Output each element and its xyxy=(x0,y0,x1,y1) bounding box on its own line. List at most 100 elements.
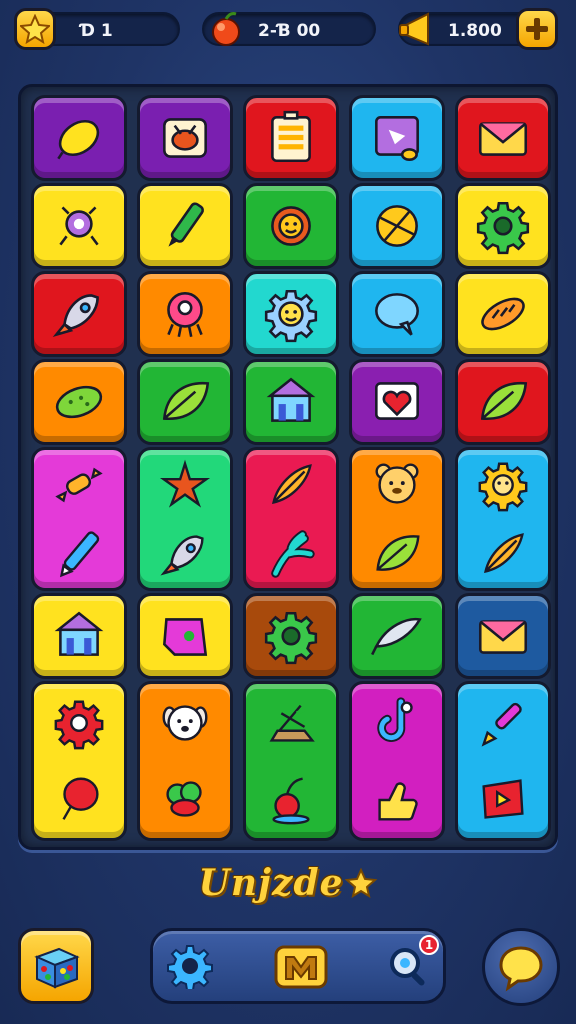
board-tile[interactable] xyxy=(349,271,445,357)
balloon-icon xyxy=(50,771,108,829)
plus-icon xyxy=(526,18,548,40)
board-tile[interactable] xyxy=(137,95,233,181)
pencil-icon xyxy=(154,195,216,257)
board-tile[interactable] xyxy=(243,447,339,591)
board-tile[interactable] xyxy=(455,593,551,679)
stars-value: Ɗ 1 xyxy=(80,21,113,41)
leaf-icon xyxy=(154,371,216,433)
lemon-icon xyxy=(48,107,110,169)
board-tile[interactable] xyxy=(349,95,445,181)
board-tile[interactable] xyxy=(349,447,445,591)
sun-face-icon xyxy=(260,283,322,345)
gems-value: 2-Ɓ 00 xyxy=(258,21,321,41)
gear-icon xyxy=(260,605,322,667)
board-tile[interactable] xyxy=(137,183,233,269)
board-tile[interactable] xyxy=(31,271,127,357)
add-coins-button[interactable] xyxy=(516,8,558,50)
flag-icon xyxy=(474,771,532,829)
board-tile[interactable] xyxy=(31,359,127,445)
house-icon xyxy=(260,371,322,433)
heart-card-icon xyxy=(366,371,428,433)
cherry-icon xyxy=(262,771,320,829)
picture-icon xyxy=(366,107,428,169)
rocket-icon xyxy=(48,283,110,345)
game-board xyxy=(18,84,558,850)
gear-icon xyxy=(472,195,534,257)
bread-icon xyxy=(472,283,534,345)
bug-icon xyxy=(48,195,110,257)
board-tile[interactable] xyxy=(455,95,551,181)
chat-button[interactable] xyxy=(482,928,560,1006)
chat-bubble-icon xyxy=(499,946,543,992)
dog-face-icon xyxy=(156,694,214,752)
board-tile[interactable] xyxy=(137,271,233,357)
wing-icon xyxy=(366,605,428,667)
board-tile[interactable] xyxy=(349,359,445,445)
candy-icon xyxy=(50,456,108,514)
bear-face-icon xyxy=(368,456,426,514)
flower-icon xyxy=(50,694,108,752)
board-tile[interactable] xyxy=(455,271,551,357)
board-tile[interactable] xyxy=(349,183,445,269)
speech-bubble-icon xyxy=(366,283,428,345)
tag-icon xyxy=(154,605,216,667)
board-tile[interactable] xyxy=(455,447,551,591)
board-tile[interactable] xyxy=(243,681,339,841)
gear-icon xyxy=(167,945,213,989)
feather-icon xyxy=(262,456,320,514)
house-icon xyxy=(48,605,110,667)
horn-icon xyxy=(398,10,438,48)
board-tile[interactable] xyxy=(31,95,127,181)
drum-icon xyxy=(154,107,216,169)
leaf-icon xyxy=(472,371,534,433)
cookie-face-icon xyxy=(474,456,532,514)
board-tile[interactable] xyxy=(243,95,339,181)
top-bar: Ɗ 1 2-Ɓ 00 1.800 xyxy=(0,0,576,60)
ball-icon xyxy=(366,195,428,257)
shop-button[interactable] xyxy=(18,928,94,1004)
board-tile[interactable] xyxy=(455,681,551,841)
board-tile[interactable] xyxy=(137,593,233,679)
leaf-icon xyxy=(368,525,426,583)
gift-box-icon xyxy=(34,947,80,989)
battery-icon xyxy=(260,107,322,169)
board-tile[interactable] xyxy=(455,183,551,269)
envelope-icon xyxy=(472,605,534,667)
board-tile[interactable] xyxy=(455,359,551,445)
octopus-icon xyxy=(154,283,216,345)
crayon-icon xyxy=(50,525,108,583)
board-tile[interactable] xyxy=(31,183,127,269)
title-text: Unjzde xyxy=(198,862,344,904)
paintbrush-icon xyxy=(474,694,532,752)
settings-button[interactable] xyxy=(165,941,215,991)
starfish-icon xyxy=(156,456,214,514)
board-tile[interactable] xyxy=(243,183,339,269)
board-tile[interactable] xyxy=(137,681,233,841)
sun-gear-icon xyxy=(260,195,322,257)
board-tile[interactable] xyxy=(243,359,339,445)
thumb-icon xyxy=(368,771,426,829)
hook-icon xyxy=(368,694,426,752)
board-tile[interactable] xyxy=(243,593,339,679)
board-tile[interactable] xyxy=(137,359,233,445)
title-star-icon xyxy=(344,867,377,899)
feather-icon xyxy=(474,525,532,583)
pickle-icon xyxy=(48,371,110,433)
claw-icon xyxy=(262,525,320,583)
rocket-icon xyxy=(156,525,214,583)
fruit-icon xyxy=(208,10,246,48)
envelope-icon xyxy=(472,107,534,169)
home-button[interactable] xyxy=(271,941,331,991)
m-badge-icon xyxy=(274,945,328,989)
board-tile[interactable] xyxy=(31,593,127,679)
game-title: Unjzde xyxy=(0,862,576,904)
bottom-nav: 1 xyxy=(150,928,446,1004)
board-tile[interactable] xyxy=(349,593,445,679)
board-tile[interactable] xyxy=(349,681,445,841)
board-tile[interactable] xyxy=(31,681,127,841)
search-button[interactable]: 1 xyxy=(383,935,439,991)
board-tile[interactable] xyxy=(31,447,127,591)
board-tile[interactable] xyxy=(243,271,339,357)
board-tile[interactable] xyxy=(137,447,233,591)
star-icon xyxy=(14,8,56,50)
